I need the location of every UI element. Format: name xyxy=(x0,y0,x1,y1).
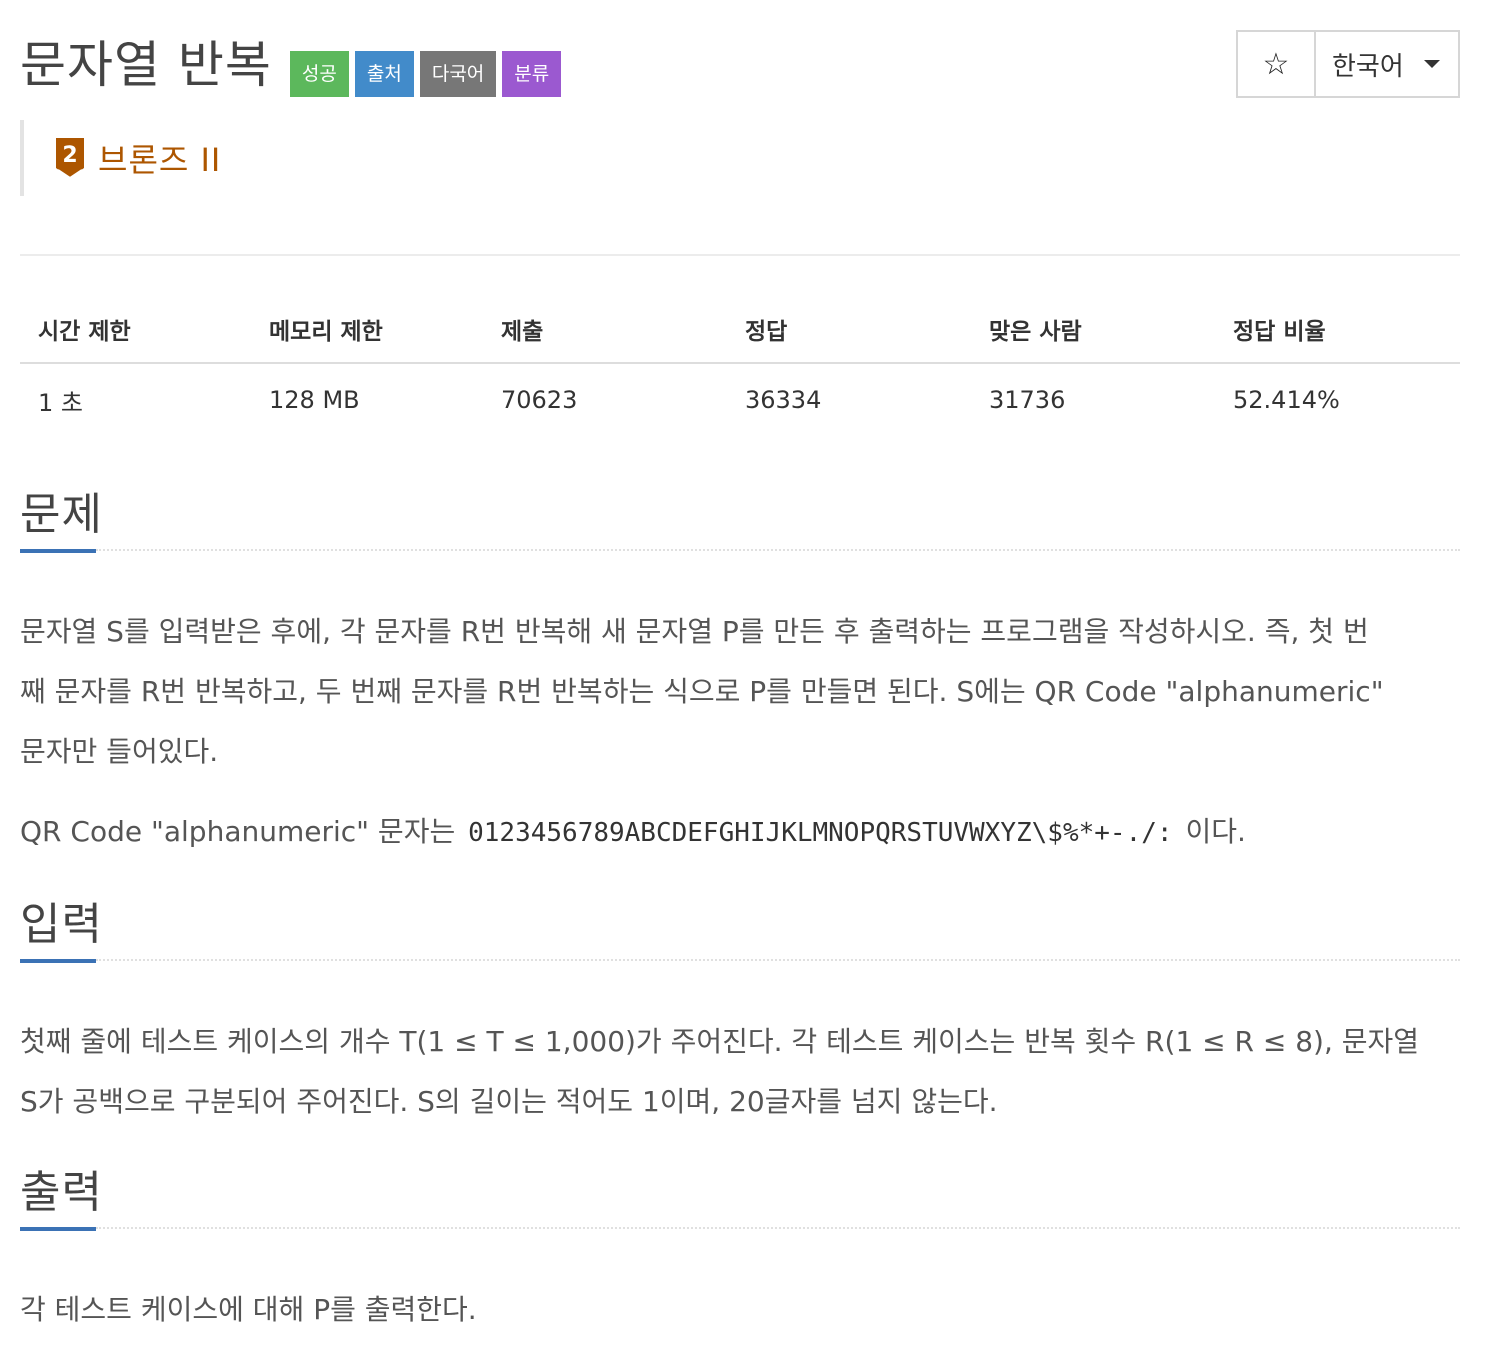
output-description: 각 테스트 케이스에 대해 P를 출력한다. xyxy=(20,1293,477,1326)
section-title-output: 출력 xyxy=(20,1167,103,1218)
description-line: 문자만 들어있다. xyxy=(20,735,219,768)
section-title-description: 문제 xyxy=(20,489,103,540)
header-time-limit: 시간 제한 xyxy=(38,319,131,345)
problem-tools: ☆ 한국어 xyxy=(1236,30,1460,98)
section-divider xyxy=(96,959,1460,961)
charset-paragraph: QR Code "alphanumeric" 문자는 0123456789ABC… xyxy=(20,802,1460,863)
value-memory-limit: 128 MB xyxy=(269,386,360,414)
caret-down-icon xyxy=(1424,60,1440,68)
language-label: 한국어 xyxy=(1332,51,1404,82)
section-underline xyxy=(20,959,96,963)
section-divider xyxy=(96,549,1460,551)
charset-code: 0123456789ABCDEFGHIJKLMNOPQRSTUVWXYZ\$%*… xyxy=(468,818,1173,848)
table-row: 1 초 128 MB 70623 36334 31736 52.414% xyxy=(20,364,1460,436)
value-solvers: 31736 xyxy=(989,386,1066,414)
section-divider xyxy=(96,1227,1460,1229)
input-line: S가 공백으로 구분되어 주어진다. S의 길이는 적어도 1이며, 20글자를… xyxy=(20,1085,998,1118)
header-accept-ratio: 정답 비율 xyxy=(1233,319,1326,345)
value-time-limit: 1 초 xyxy=(38,388,83,417)
badge-group: 성공 출처 다국어 분류 xyxy=(289,51,567,97)
section-underline xyxy=(20,549,96,553)
value-submissions: 70623 xyxy=(501,386,578,414)
title-row: 문자열 반복 성공 출처 다국어 분류 xyxy=(20,30,567,100)
value-accepted: 36334 xyxy=(745,386,822,414)
header-accepted: 정답 xyxy=(745,319,788,345)
section-underline xyxy=(20,1227,96,1231)
tier-number: 2 xyxy=(62,143,77,168)
value-accept-ratio: 52.414% xyxy=(1233,386,1340,414)
header-memory-limit: 메모리 제한 xyxy=(269,319,383,345)
section-title-input: 입력 xyxy=(20,899,103,950)
tier-box: 2 브론즈 II xyxy=(20,120,221,196)
header-submissions: 제출 xyxy=(501,319,544,345)
table-header-row: 시간 제한 메모리 제한 제출 정답 맞은 사람 정답 비율 xyxy=(20,296,1460,364)
charset-prefix: QR Code "alphanumeric" 문자는 xyxy=(20,815,456,848)
input-line: 첫째 줄에 테스트 케이스의 개수 T(1 ≤ T ≤ 1,000)가 주어진다… xyxy=(20,1025,1420,1058)
problem-description: 문자열 S를 입력받은 후에, 각 문자를 R번 반복해 새 문자열 P를 만든… xyxy=(20,602,1460,782)
problem-info-table: 시간 제한 메모리 제한 제출 정답 맞은 사람 정답 비율 1 초 128 M… xyxy=(20,296,1460,436)
badge-category[interactable]: 분류 xyxy=(502,51,562,97)
badge-multilang[interactable]: 다국어 xyxy=(419,51,497,97)
description-line: 째 문자를 R번 반복하고, 두 번째 문자를 R번 반복하는 식으로 P를 만… xyxy=(20,675,1384,708)
tier-badge-icon: 2 xyxy=(56,138,84,180)
star-icon[interactable]: ☆ xyxy=(1238,32,1316,96)
language-dropdown[interactable]: 한국어 xyxy=(1316,32,1458,96)
badge-source[interactable]: 출처 xyxy=(354,51,414,97)
description-line: 문자열 S를 입력받은 후에, 각 문자를 R번 반복해 새 문자열 P를 만든… xyxy=(20,615,1369,648)
divider xyxy=(20,254,1460,256)
badge-success[interactable]: 성공 xyxy=(289,51,349,97)
header-solvers: 맞은 사람 xyxy=(989,319,1082,345)
tier-label[interactable]: 브론즈 II xyxy=(98,135,221,181)
page-title: 문자열 반복 xyxy=(20,36,272,94)
charset-suffix: 이다. xyxy=(1185,815,1246,848)
input-description: 첫째 줄에 테스트 케이스의 개수 T(1 ≤ T ≤ 1,000)가 주어진다… xyxy=(20,1012,1460,1132)
